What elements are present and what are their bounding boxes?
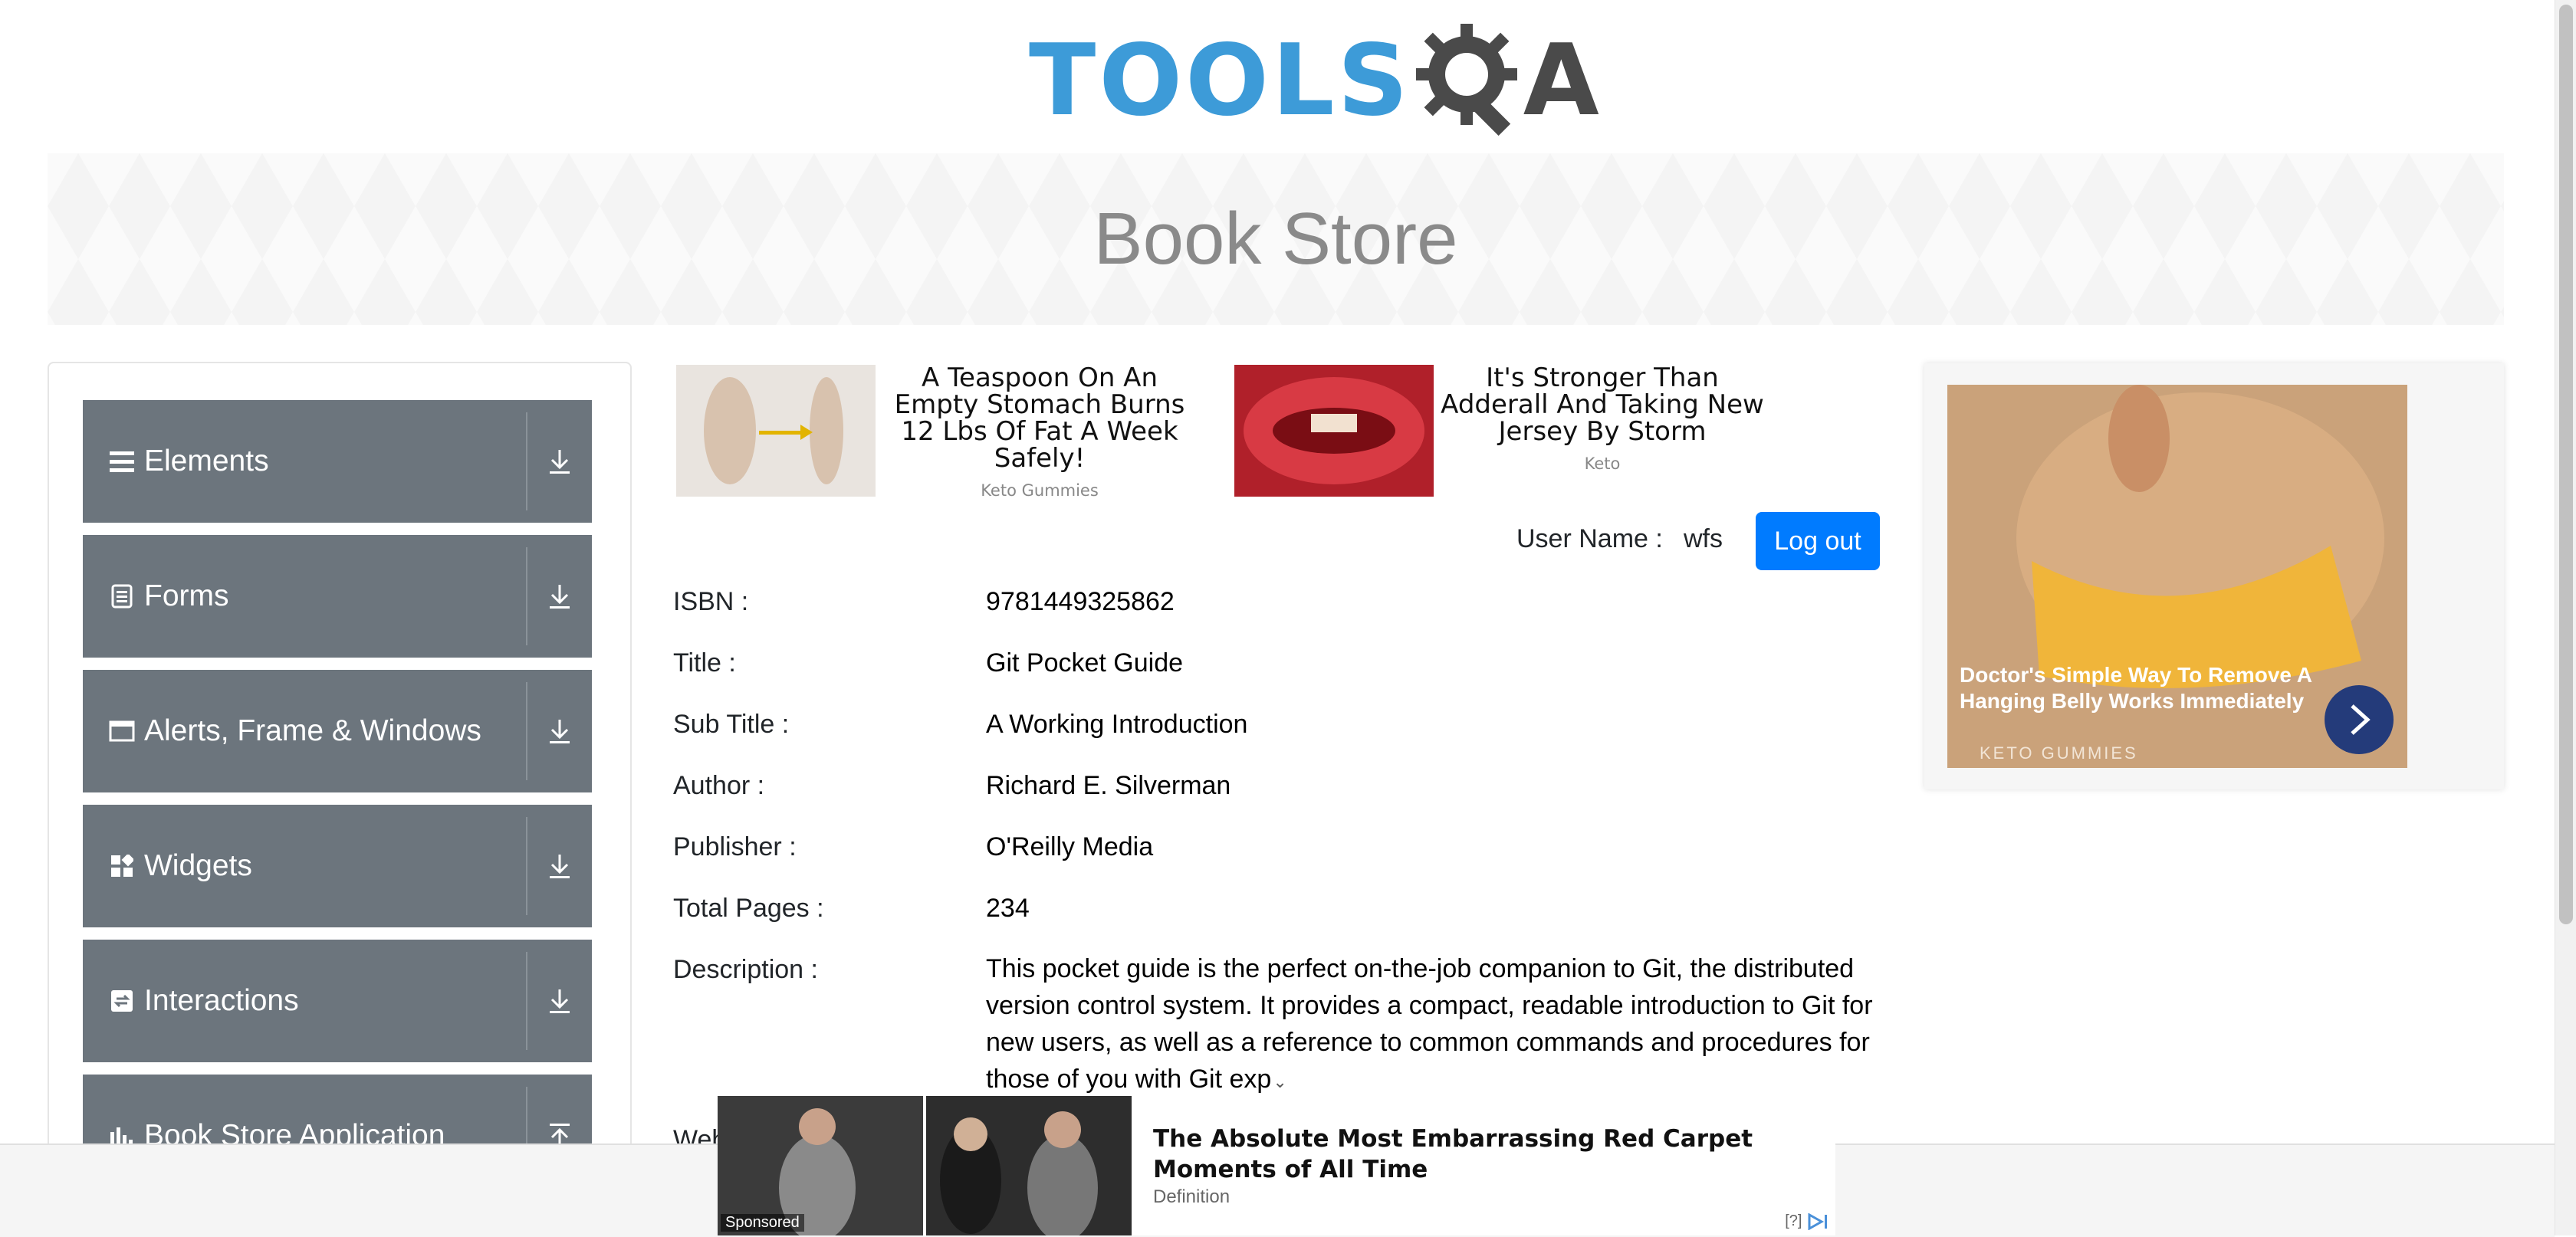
document-icon xyxy=(109,583,135,609)
bottom-sponsored-ad[interactable]: Sponsored The Absolute Most Embarrassing… xyxy=(718,1096,1835,1235)
title-label: Title : xyxy=(673,648,736,678)
description-label: Description : xyxy=(673,955,818,984)
sidebar-group-label: Interactions xyxy=(144,984,299,1017)
sponsored-ad-2[interactable]: It's Stronger Than Adderall And Taking N… xyxy=(1234,365,1771,497)
adchoices-icon[interactable]: [?] xyxy=(1785,1212,1832,1231)
page-title: Book Store xyxy=(1093,198,1458,280)
gear-magnifier-icon xyxy=(1415,24,1523,139)
chevron-right-icon[interactable] xyxy=(2325,685,2394,754)
user-name-label: User Name : xyxy=(1516,524,1663,553)
sponsored-ad-1[interactable]: A Teaspoon On An Empty Stomach Burns 12 … xyxy=(676,365,1204,500)
ad-image: Sponsored xyxy=(718,1096,1132,1235)
page-banner: Book Store xyxy=(48,153,2504,325)
ad-copy: It's Stronger Than Adderall And Taking N… xyxy=(1434,365,1771,497)
sidebar-group-elements[interactable]: Elements xyxy=(83,400,592,523)
sidebar-group-label: Widgets xyxy=(144,849,252,882)
ad-headline[interactable]: A Teaspoon On An Empty Stomach Burns 12 … xyxy=(876,365,1204,472)
ad-headline[interactable]: It's Stronger Than Adderall And Taking N… xyxy=(1434,365,1771,445)
chevron-down-icon[interactable]: ⌄ xyxy=(1273,1064,1286,1101)
download-arrow-icon[interactable] xyxy=(527,535,592,658)
ad-headline[interactable]: Doctor's Simple Way To Remove A Hanging … xyxy=(1960,662,2320,714)
isbn-value: 9781449325862 xyxy=(986,587,1175,616)
ad-info-link[interactable]: [?] xyxy=(1785,1212,1802,1229)
download-arrow-icon[interactable] xyxy=(527,805,592,927)
download-arrow-icon[interactable] xyxy=(527,670,592,792)
sponsored-tag: Sponsored xyxy=(721,1214,804,1232)
sidebar-group-forms[interactable]: Forms xyxy=(83,535,592,658)
download-arrow-icon[interactable] xyxy=(527,400,592,523)
sidebar-group-interactions[interactable]: Interactions xyxy=(83,940,592,1062)
window-icon xyxy=(109,718,135,744)
sidebar-group-label: Alerts, Frame & Windows xyxy=(144,714,481,747)
ad-headline[interactable]: The Absolute Most Embarrassing Red Carpe… xyxy=(1153,1124,1828,1185)
logo-text: TOOLS xyxy=(1029,24,1411,138)
subtitle-value: A Working Introduction xyxy=(986,710,1248,739)
hamburger-icon xyxy=(109,448,135,474)
ad-source: Keto xyxy=(1584,454,1621,473)
sidebar-ad[interactable]: Doctor's Simple Way To Remove A Hanging … xyxy=(1924,363,2504,789)
ad-source: KETO GUMMIES xyxy=(1980,743,2138,763)
interactions-icon xyxy=(109,988,135,1014)
total-pages-label: Total Pages : xyxy=(673,894,824,923)
author-value: Richard E. Silverman xyxy=(986,771,1231,800)
page: TOOLS A Book Store Elements Forms Alerts… xyxy=(0,0,2555,1237)
ad-image xyxy=(1234,365,1434,497)
sidebar-group-alerts-frame-windows[interactable]: Alerts, Frame & Windows xyxy=(83,670,592,792)
title-value: Git Pocket Guide xyxy=(986,648,1184,678)
ad-image xyxy=(676,365,876,497)
ad-source: Keto Gummies xyxy=(981,481,1099,500)
total-pages-value: 234 xyxy=(986,894,1030,923)
sidebar-group-label: Forms xyxy=(144,579,229,612)
description-text: This pocket guide is the perfect on-the-… xyxy=(986,954,1873,1094)
isbn-label: ISBN : xyxy=(673,587,749,616)
ad-source: Definition xyxy=(1153,1186,1230,1207)
download-arrow-icon[interactable] xyxy=(527,940,592,1062)
ad-image: Doctor's Simple Way To Remove A Hanging … xyxy=(1947,385,2407,768)
author-label: Author : xyxy=(673,771,765,800)
ad-copy: A Teaspoon On An Empty Stomach Burns 12 … xyxy=(876,365,1204,500)
sidebar-group-widgets[interactable]: Widgets xyxy=(83,805,592,927)
user-name-value: wfs xyxy=(1684,524,1723,553)
toolsqa-logo[interactable]: TOOLS A xyxy=(1029,21,1599,141)
publisher-value: O'Reilly Media xyxy=(986,832,1154,861)
subtitle-label: Sub Title : xyxy=(673,710,790,739)
publisher-label: Publisher : xyxy=(673,832,797,861)
widgets-icon xyxy=(109,853,135,879)
vertical-scrollbar[interactable] xyxy=(2555,0,2576,1235)
sidebar-group-label: Elements xyxy=(144,445,269,477)
logout-button[interactable]: Log out xyxy=(1756,512,1880,570)
sidebar: Elements Forms Alerts, Frame & Windows W… xyxy=(48,362,632,1237)
description-value: This pocket guide is the perfect on-the-… xyxy=(986,950,1891,1101)
logo-text-tail: A xyxy=(1523,24,1599,138)
scrollbar-thumb[interactable] xyxy=(2559,5,2573,924)
